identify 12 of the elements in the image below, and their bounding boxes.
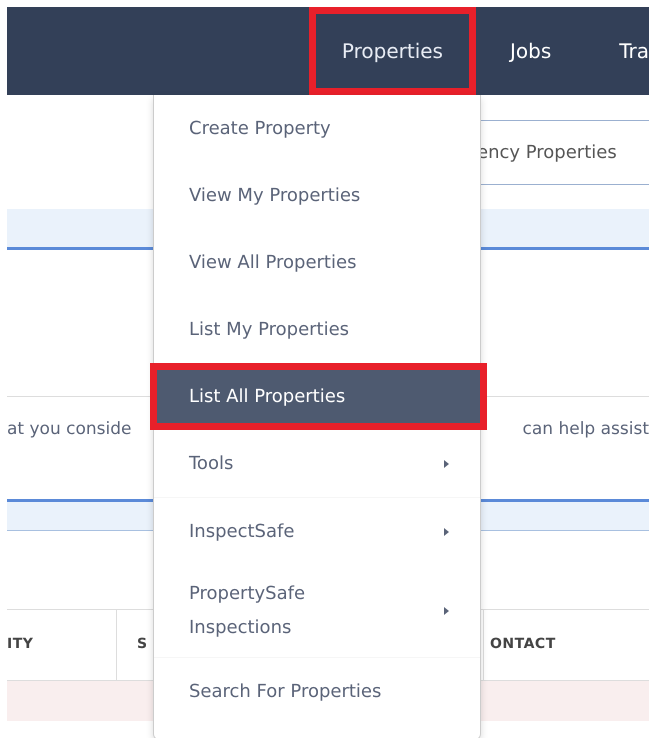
- nav-link[interactable]: Properties: [308, 7, 476, 95]
- menu-item[interactable]: View All Properties: [154, 229, 480, 296]
- column-header: ITY: [7, 610, 117, 680]
- notice-text: at you conside: [7, 418, 132, 441]
- menu-item[interactable]: InspectSafe: [154, 498, 480, 565]
- menu-item[interactable]: List All Properties: [150, 363, 487, 430]
- menu-item[interactable]: Tools: [154, 430, 480, 497]
- column-header: ONTACT: [489, 635, 556, 654]
- notice-text: can help assist: [522, 418, 649, 441]
- nav-link[interactable]: Jobs: [476, 7, 586, 95]
- menu-item[interactable]: List My Properties: [154, 296, 480, 363]
- nav-link[interactable]: Tra: [585, 7, 649, 95]
